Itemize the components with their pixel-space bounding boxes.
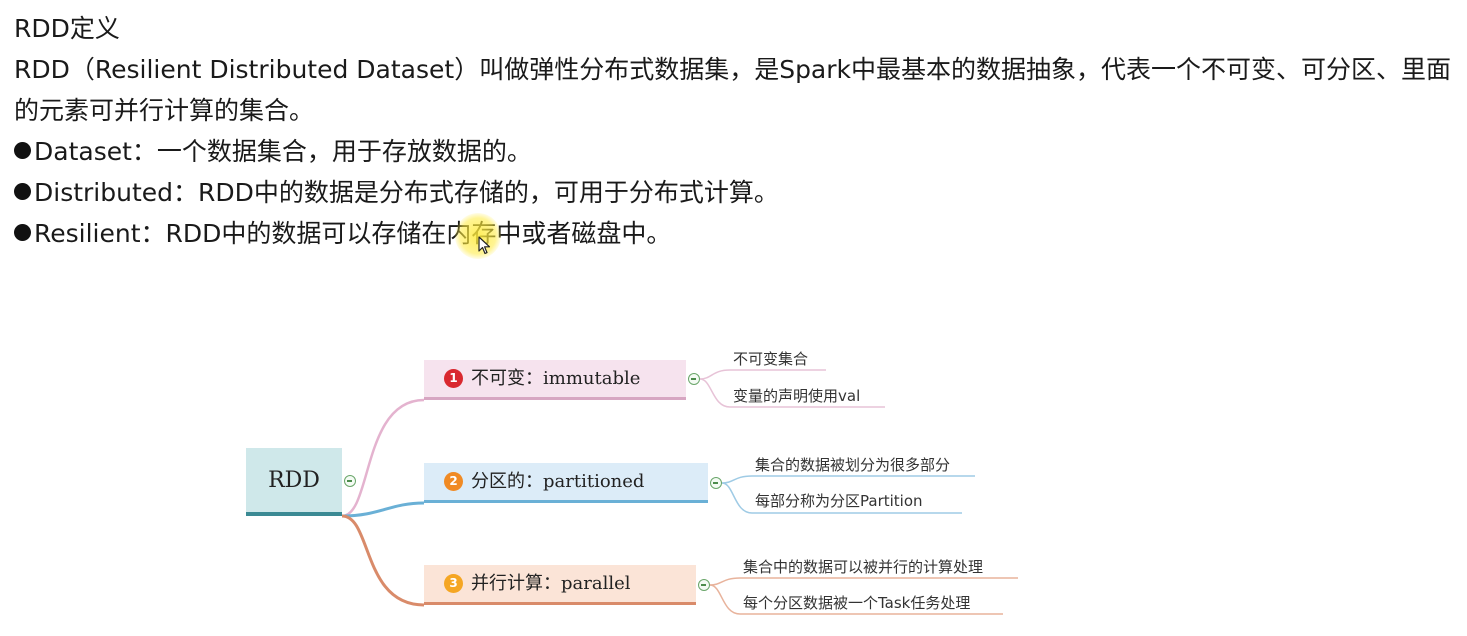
leaf-node[interactable]: 每个分区数据被一个Task任务处理 xyxy=(743,593,970,613)
number-badge-icon: 2 xyxy=(444,472,463,491)
bullet-item-resilient: Resilient：RDD中的数据可以存储在内存中或者磁盘中。 xyxy=(14,213,1454,254)
leaf-node[interactable]: 变量的声明使用val xyxy=(733,386,860,406)
bullet-text: Distributed：RDD中的数据是分布式存储的，可用于分布式计算。 xyxy=(34,178,779,207)
branch-partitioned[interactable]: 2 分区的：partitioned xyxy=(424,463,708,503)
branch-label: 不可变：immutable xyxy=(471,368,641,389)
rdd-mind-map: RDD 1 不可变：immutable 2 分区的：partitioned 3 并行计… xyxy=(0,330,1467,636)
collapse-icon[interactable] xyxy=(710,477,722,489)
bullet-icon xyxy=(14,142,31,159)
bullet-text: Resilient：RDD中的数据可以存储在内存中或者磁盘中。 xyxy=(34,219,672,248)
number-badge-icon: 3 xyxy=(444,574,463,593)
mouse-cursor-icon xyxy=(478,236,491,255)
leaf-node[interactable]: 不可变集合 xyxy=(733,349,808,369)
branch-parallel[interactable]: 3 并行计算：parallel xyxy=(424,565,696,605)
collapse-icon[interactable] xyxy=(698,579,710,591)
bullet-item-dataset: Dataset：一个数据集合，用于存放数据的。 xyxy=(14,131,1454,172)
mind-map-connectors xyxy=(341,369,1018,615)
collapse-icon[interactable] xyxy=(344,475,356,487)
collapse-icon[interactable] xyxy=(688,373,700,385)
branch-label: 分区的：partitioned xyxy=(471,471,645,492)
leaf-node[interactable]: 集合中的数据可以被并行的计算处理 xyxy=(743,557,983,577)
root-node[interactable]: RDD xyxy=(246,448,342,516)
branch-immutable[interactable]: 1 不可变：immutable xyxy=(424,360,686,400)
rdd-definition-text: RDD定义 RDD（Resilient Distributed Dataset）… xyxy=(14,8,1454,254)
bullet-icon xyxy=(14,224,31,241)
definition-paragraph: RDD（Resilient Distributed Dataset）叫做弹性分布… xyxy=(14,55,1452,125)
section-heading: RDD定义 xyxy=(14,14,120,43)
branch-label: 并行计算：parallel xyxy=(471,573,631,594)
bullet-text: Dataset：一个数据集合，用于存放数据的。 xyxy=(34,137,532,166)
number-badge-icon: 1 xyxy=(444,369,463,388)
bullet-icon xyxy=(14,183,31,200)
leaf-node[interactable]: 每部分称为分区Partition xyxy=(755,491,923,511)
leaf-node[interactable]: 集合的数据被划分为很多部分 xyxy=(755,455,950,475)
bullet-item-distributed: Distributed：RDD中的数据是分布式存储的，可用于分布式计算。 xyxy=(14,172,1454,213)
